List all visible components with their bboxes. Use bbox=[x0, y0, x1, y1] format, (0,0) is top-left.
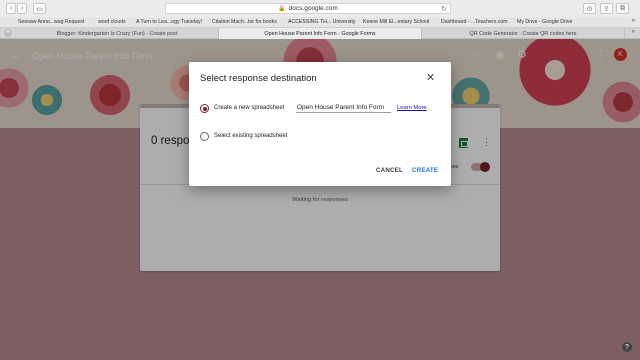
help-icon[interactable]: ? bbox=[622, 342, 632, 352]
bookmark-item[interactable]: ACCESSING TH... University bbox=[288, 19, 355, 25]
sidebar-icon[interactable]: ▭ bbox=[33, 3, 46, 14]
back-nav-icon[interactable]: ‹ bbox=[6, 3, 16, 14]
bookmark-item[interactable]: A Turn to Lea...ogy Tuesday! bbox=[136, 19, 202, 25]
bookmark-item[interactable]: Seesaw Anno...wag Request bbox=[18, 19, 84, 25]
bookmark-item[interactable]: Keene Mill El...entary School bbox=[363, 19, 429, 25]
browser-toolbar: ‹ › ▭ ◐ 🔒 docs.google.com ↻ ⊙ ⇪ ⧉ bbox=[0, 0, 640, 17]
create-button[interactable]: CREATE bbox=[412, 167, 438, 174]
tab-qr[interactable]: QR Code Generator - Create QR codes here bbox=[422, 28, 625, 39]
bookmarks-bar: Seesaw Anno...wag Request word clouds A … bbox=[0, 17, 640, 28]
bookmarks-overflow-icon[interactable]: » bbox=[632, 18, 635, 24]
response-destination-dialog: Select response destination ✕ Create a n… bbox=[189, 62, 451, 186]
tab-forms[interactable]: Open House Parent Info Form - Google For… bbox=[219, 28, 422, 39]
radio-existing-spreadsheet[interactable] bbox=[200, 132, 209, 141]
lock-icon: 🔒 bbox=[278, 6, 286, 12]
downloads-icon[interactable]: ⊙ bbox=[583, 3, 596, 14]
reload-icon[interactable]: ↻ bbox=[441, 5, 447, 13]
option-existing-label: Select existing spreadsheet bbox=[214, 133, 288, 139]
bookmark-item[interactable]: word clouds bbox=[98, 19, 126, 25]
forward-nav-icon[interactable]: › bbox=[17, 3, 27, 14]
tab-label: Blogger: Kindergarten Is Crazy (Fun) - C… bbox=[56, 30, 178, 37]
new-tab-icon[interactable]: + bbox=[4, 29, 12, 37]
bookmark-item[interactable]: My Drive - Google Drive bbox=[517, 19, 572, 25]
address-text: docs.google.com bbox=[288, 5, 338, 12]
share-icon[interactable]: ⇪ bbox=[600, 3, 613, 14]
spreadsheet-name-input[interactable] bbox=[296, 102, 391, 113]
cancel-button[interactable]: CANCEL bbox=[376, 167, 403, 174]
option-new-label: Create a new spreadsheet bbox=[214, 105, 285, 111]
bookmark-item[interactable]: Citation Mach...tor for books bbox=[212, 19, 277, 25]
tab-label: Open House Parent Info Form - Google For… bbox=[264, 30, 376, 37]
tabs-overview-icon[interactable]: ⧉ bbox=[616, 3, 629, 14]
close-icon[interactable]: ✕ bbox=[426, 71, 435, 84]
tab-blogger[interactable]: Blogger: Kindergarten Is Crazy (Fun) - C… bbox=[16, 28, 219, 39]
dialog-title: Select response destination bbox=[200, 73, 317, 84]
tabs-overflow-icon[interactable]: » bbox=[632, 29, 635, 35]
tab-label: QR Code Generator - Create QR codes here bbox=[469, 30, 577, 37]
tab-bar: + Blogger: Kindergarten Is Crazy (Fun) -… bbox=[0, 28, 640, 39]
radio-new-spreadsheet[interactable] bbox=[200, 104, 209, 113]
address-bar[interactable]: 🔒 docs.google.com ↻ bbox=[165, 3, 451, 14]
bookmark-item[interactable]: Dashboard - ...Teachers.com bbox=[441, 19, 508, 25]
learn-more-link[interactable]: Learn More bbox=[397, 105, 427, 111]
